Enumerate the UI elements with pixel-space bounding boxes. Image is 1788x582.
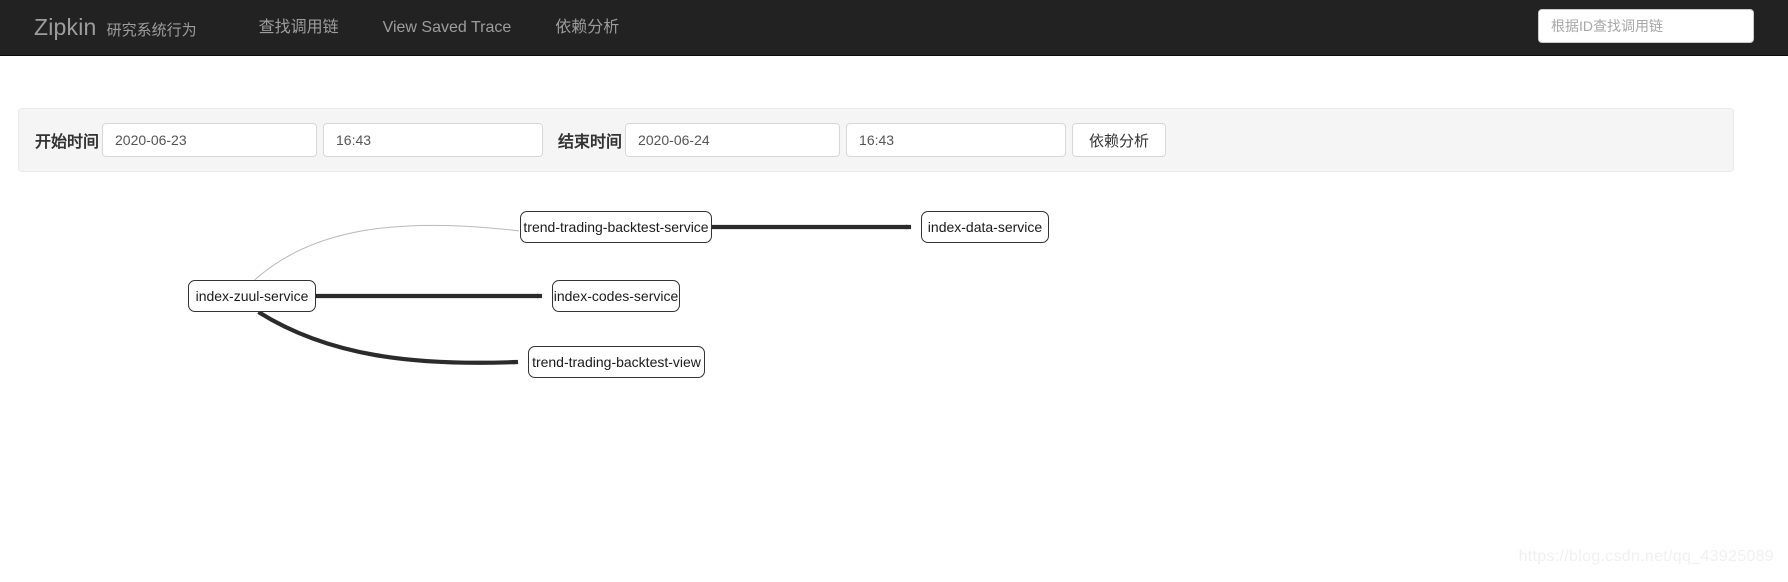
- dependency-graph-edges: [254, 224, 912, 365]
- navbar-search: [1538, 9, 1754, 43]
- end-date-input[interactable]: [625, 123, 841, 157]
- nav-link-view-saved-trace[interactable]: View Saved Trace: [361, 0, 534, 56]
- dependency-graph: index-zuul-service trend-trading-backtest…: [0, 172, 1788, 532]
- brand-subtitle: 研究系统行为: [106, 22, 197, 39]
- start-time-input[interactable]: [323, 123, 544, 157]
- nav-links: 查找调用链 View Saved Trace 依赖分析: [237, 0, 642, 56]
- service-node-label: trend-trading-backtest-view: [532, 354, 701, 370]
- brand-title: Zipkin: [34, 14, 97, 40]
- filter-wrap: 开始时间 结束时间 依赖分析: [0, 56, 1788, 172]
- dependency-edge[interactable]: [254, 224, 520, 281]
- service-node-label: index-zuul-service: [195, 288, 309, 304]
- nav-item-view-saved-trace[interactable]: View Saved Trace: [361, 0, 534, 56]
- navbar: Zipkin 研究系统行为 查找调用链 View Saved Trace 依赖分…: [0, 0, 1788, 56]
- service-node[interactable]: trend-trading-backtest-service: [520, 211, 712, 243]
- service-node[interactable]: index-zuul-service: [188, 280, 316, 312]
- end-time-label: 结束时间: [558, 134, 623, 151]
- service-node[interactable]: index-codes-service: [552, 280, 680, 312]
- dependency-edge[interactable]: [257, 310, 519, 365]
- nav-link-dependencies[interactable]: 依赖分析: [533, 0, 641, 56]
- end-time-input[interactable]: [846, 123, 1067, 157]
- watermark: https://blog.csdn.net/qq_43925089: [1518, 548, 1774, 565]
- filter-panel: 开始时间 结束时间 依赖分析: [18, 108, 1734, 172]
- service-node[interactable]: trend-trading-backtest-view: [528, 346, 705, 378]
- service-node[interactable]: index-data-service: [921, 211, 1049, 243]
- service-node-label: index-codes-service: [553, 288, 679, 304]
- start-time-label: 开始时间: [35, 134, 100, 151]
- start-date-input[interactable]: [102, 123, 318, 157]
- nav-link-find-traces[interactable]: 查找调用链: [237, 0, 361, 56]
- service-node-label: index-data-service: [927, 219, 1043, 235]
- analyze-dependencies-button[interactable]: 依赖分析: [1072, 123, 1167, 157]
- service-node-label: trend-trading-backtest-service: [523, 219, 709, 235]
- brand-link[interactable]: Zipkin 研究系统行为: [34, 14, 197, 41]
- trace-id-search-input[interactable]: [1538, 9, 1754, 43]
- nav-item-dependencies[interactable]: 依赖分析: [533, 0, 641, 56]
- nav-item-find-traces[interactable]: 查找调用链: [237, 0, 361, 56]
